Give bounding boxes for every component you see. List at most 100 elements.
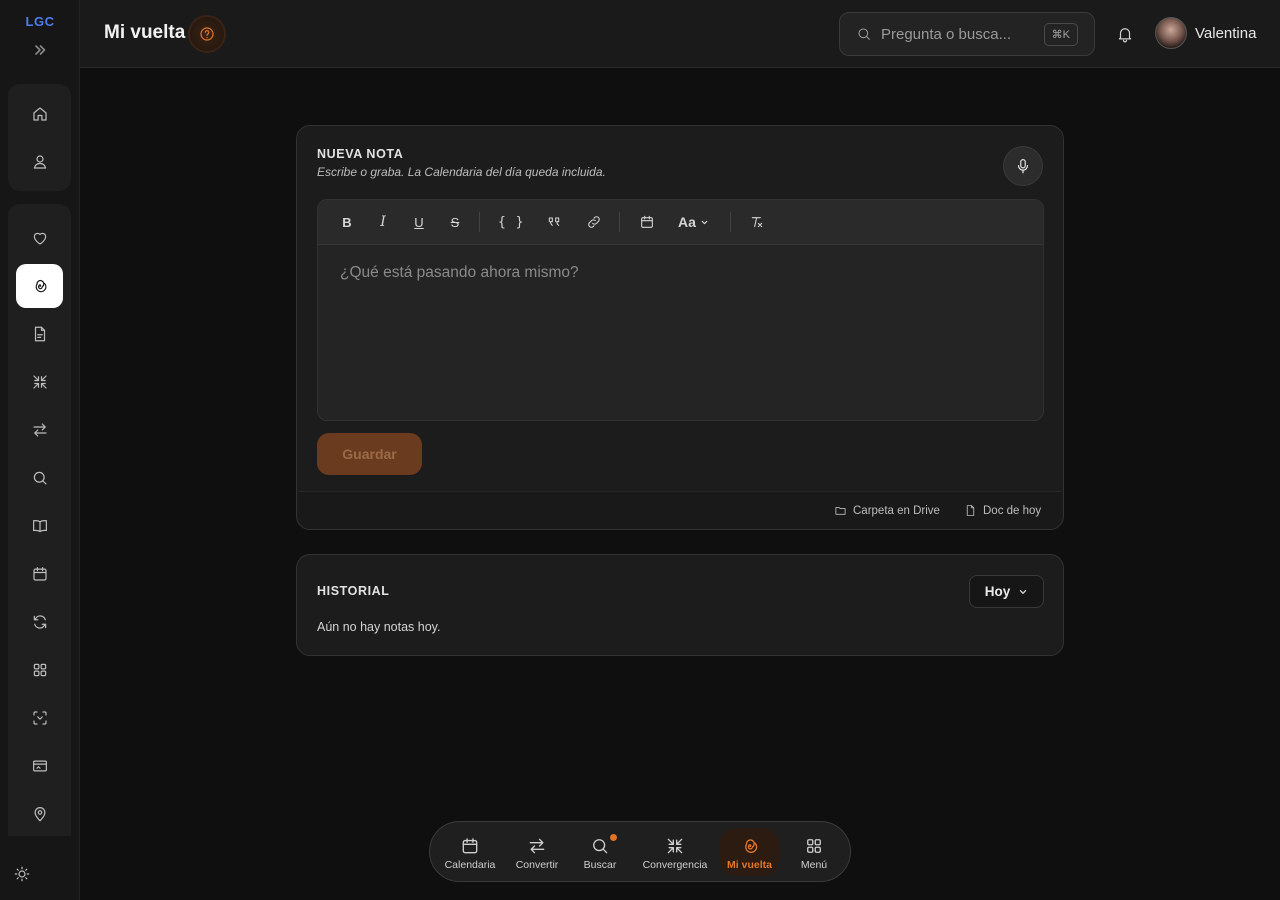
sidebar-item-favorites[interactable] <box>16 216 63 260</box>
folder-icon <box>835 507 846 515</box>
sidebar-group-primary <box>8 84 71 191</box>
strikethrough-button[interactable]: S <box>444 211 466 233</box>
new-note-subtitle: Escribe o graba. La Calendaria del día q… <box>317 165 606 179</box>
calendar-icon <box>32 567 47 581</box>
sidebar-item-convergence[interactable] <box>16 360 63 404</box>
dock-item-mi-vuelta[interactable]: Mi vuelta <box>719 828 780 876</box>
sidebar-item-home[interactable] <box>16 92 63 136</box>
sidebar-item-search[interactable] <box>16 456 63 500</box>
expand-sidebar-icon[interactable] <box>32 42 48 58</box>
quote-icon <box>548 217 560 226</box>
bold-button[interactable]: B <box>336 211 358 233</box>
link-button[interactable] <box>583 211 605 233</box>
drive-folder-label: Carpeta en Drive <box>853 504 940 517</box>
dock-item-convertir[interactable]: Convertir <box>508 828 566 876</box>
theme-toggle-button[interactable] <box>13 865 31 883</box>
history-filter-label: Hoy <box>984 584 1011 599</box>
help-button[interactable] <box>190 17 224 51</box>
sidebar-item-scan[interactable] <box>16 696 63 740</box>
font-size-dropdown[interactable]: Aa <box>678 211 709 233</box>
editor-toolbar: B I U S { } Aa <box>318 200 1043 245</box>
insert-date-button[interactable] <box>636 211 658 233</box>
underline-button[interactable]: U <box>408 211 430 233</box>
dock-item-convergencia[interactable]: Convergencia <box>636 828 714 876</box>
converge-icon <box>32 375 47 389</box>
clear-format-button[interactable] <box>746 211 768 233</box>
note-editor: B I U S { } Aa ¿Qué está pasando ahora m… <box>317 199 1044 421</box>
bottom-dock: Calendaria Convertir Buscar Convergencia… <box>429 821 851 882</box>
book-icon <box>32 520 47 533</box>
quote-button[interactable] <box>543 211 565 233</box>
card-icon <box>32 760 47 772</box>
new-note-card: NUEVA NOTA Escribe o graba. La Calendari… <box>296 125 1064 530</box>
notifications-button[interactable] <box>1116 25 1134 43</box>
sidebar-item-convert[interactable] <box>16 408 63 452</box>
swap-icon <box>529 838 545 854</box>
sidebar-item-sync[interactable] <box>16 600 63 644</box>
spiral-icon <box>35 279 47 293</box>
chevron-down-icon <box>1020 589 1027 594</box>
help-icon <box>200 27 214 41</box>
link-icon <box>588 216 600 228</box>
grid-icon <box>33 663 46 677</box>
sidebar-item-mi-vuelta[interactable] <box>16 264 63 308</box>
toolbar-divider <box>479 212 480 232</box>
sidebar-item-library[interactable] <box>16 504 63 548</box>
sidebar-item-apps[interactable] <box>16 648 63 692</box>
notification-dot <box>608 832 619 843</box>
sidebar-item-documents[interactable] <box>16 312 63 356</box>
top-header: Mi vuelta Pregunta o busca... ⌘K Valenti… <box>80 0 1280 68</box>
swap-icon <box>32 423 47 437</box>
code-button[interactable]: { } <box>498 211 524 233</box>
search-placeholder: Pregunta o busca... <box>881 25 1012 43</box>
drive-folder-link[interactable]: Carpeta en Drive <box>834 504 940 517</box>
save-button[interactable]: Guardar <box>317 433 422 475</box>
history-filter-dropdown[interactable]: Hoy <box>969 575 1044 608</box>
calendar-icon <box>462 838 478 854</box>
font-size-label: Aa <box>678 214 696 230</box>
spiral-icon <box>744 839 757 853</box>
toolbar-divider <box>730 212 731 232</box>
converge-icon <box>667 838 683 854</box>
history-empty-text: Aún no hay notas hoy. <box>317 620 441 634</box>
history-card: HISTORIAL Hoy Aún no hay notas hoy. <box>296 554 1064 656</box>
bell-icon <box>1118 28 1132 43</box>
sidebar-item-profile[interactable] <box>16 140 63 184</box>
search-icon <box>593 839 608 854</box>
user-icon <box>33 155 46 169</box>
dock-item-buscar[interactable]: Buscar <box>574 828 626 876</box>
history-title: HISTORIAL <box>317 584 390 598</box>
search-icon <box>33 471 47 485</box>
avatar[interactable] <box>1155 17 1187 49</box>
today-doc-label: Doc de hoy <box>983 504 1042 517</box>
dock-label: Convertir <box>515 859 559 871</box>
record-button[interactable] <box>1003 146 1043 186</box>
sidebar-item-calendar[interactable] <box>16 552 63 596</box>
search-input[interactable]: Pregunta o busca... ⌘K <box>839 12 1095 56</box>
sidebar-item-wallet[interactable] <box>16 744 63 788</box>
document-icon <box>34 326 45 342</box>
note-textarea[interactable]: ¿Qué está pasando ahora mismo? <box>318 245 1043 420</box>
italic-button[interactable]: I <box>372 211 394 233</box>
sun-icon <box>14 866 30 882</box>
sidebar-item-places[interactable] <box>16 792 63 836</box>
toolbar-divider <box>619 212 620 232</box>
search-icon <box>858 28 870 40</box>
page-title: Mi vuelta <box>104 22 186 43</box>
scan-icon <box>32 711 47 725</box>
search-icon-wrap <box>590 828 619 856</box>
calendar-icon <box>641 215 653 228</box>
grid-icon <box>807 839 821 853</box>
app-logo[interactable]: LGC <box>0 14 80 29</box>
sidebar: LGC <box>0 0 80 900</box>
today-doc-link[interactable]: Doc de hoy <box>964 504 1041 517</box>
sidebar-group-tools <box>8 204 71 836</box>
heart-icon <box>33 232 46 245</box>
refresh-icon <box>33 615 46 629</box>
dock-item-menu[interactable]: Menú <box>788 828 840 876</box>
dock-item-calendaria[interactable]: Calendaria <box>440 828 500 876</box>
home-icon <box>32 107 47 121</box>
dock-label: Mi vuelta <box>727 859 772 871</box>
dock-label: Calendaria <box>444 859 496 871</box>
user-name[interactable]: Valentina <box>1195 25 1256 42</box>
